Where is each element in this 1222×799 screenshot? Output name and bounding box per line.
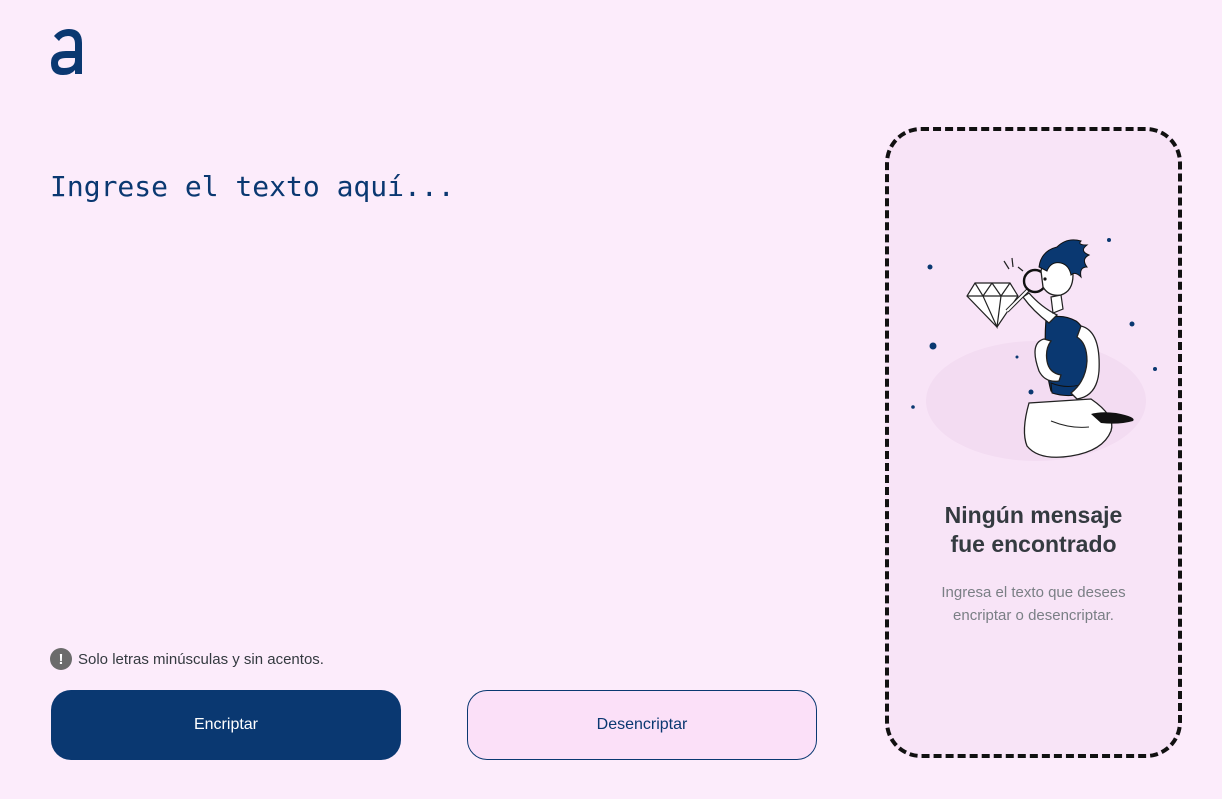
decrypt-button[interactable]: Desencriptar [467,690,817,760]
output-panel: Ningún mensaje fue encontrado Ingresa el… [885,127,1182,758]
person-with-magnifying-glass-illustration [911,238,1157,461]
no-message-title: Ningún mensaje fue encontrado [944,502,1123,557]
exclamation-circle-icon: ! [50,648,72,670]
hint-text: Solo letras minúsculas y sin acentos. [78,650,324,668]
encryptor-page: ! Solo letras minúsculas y sin acentos. … [0,0,1222,799]
encrypt-button[interactable]: Encriptar [51,690,401,760]
message-input[interactable] [50,170,820,610]
alura-a-logo-icon [51,29,82,75]
input-hint: ! Solo letras minúsculas y sin acentos. [50,648,324,670]
no-message-subtitle: Ingresa el texto que desees encriptar o … [941,584,1126,624]
